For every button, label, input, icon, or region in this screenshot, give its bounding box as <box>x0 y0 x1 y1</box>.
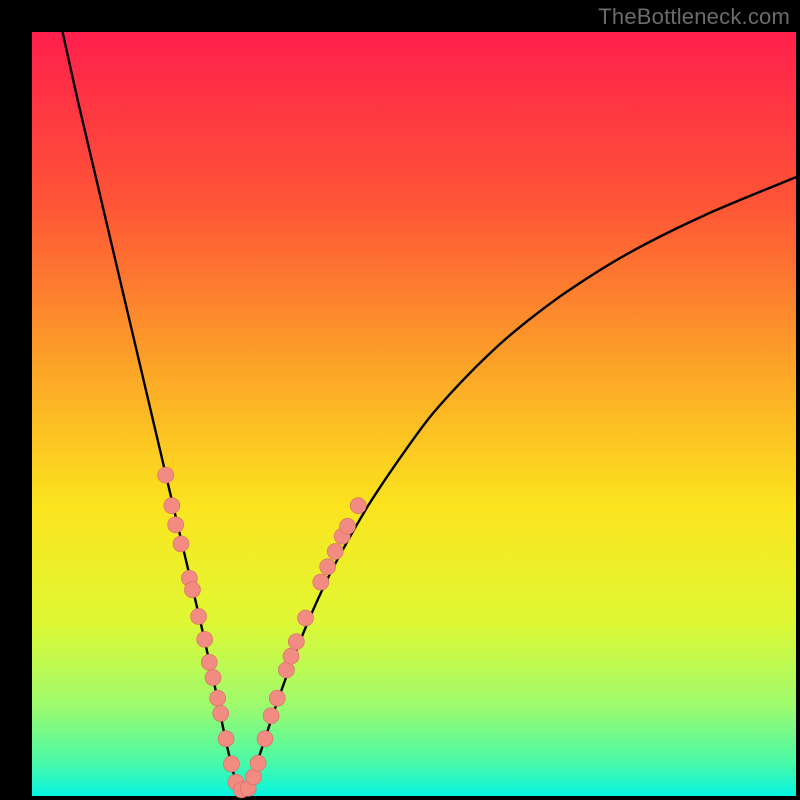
bottleneck-chart <box>0 0 800 800</box>
sample-dot <box>210 690 226 706</box>
sample-dot <box>350 498 366 514</box>
sample-dot <box>257 731 273 747</box>
sample-dot <box>223 756 239 772</box>
sample-dot <box>298 610 314 626</box>
sample-dot <box>320 559 336 575</box>
sample-dot <box>283 648 299 664</box>
sample-dot <box>201 654 217 670</box>
sample-dot <box>191 608 207 624</box>
sample-dot <box>168 517 184 533</box>
gradient-plot-area <box>32 32 796 796</box>
sample-dot <box>327 544 343 560</box>
sample-dot <box>164 498 180 514</box>
sample-dot <box>158 467 174 483</box>
sample-dot <box>313 574 329 590</box>
sample-dot <box>213 705 229 721</box>
sample-dot <box>205 670 221 686</box>
sample-dot <box>250 755 266 771</box>
sample-dot <box>218 731 234 747</box>
sample-dot <box>197 631 213 647</box>
sample-dot <box>173 536 189 552</box>
sample-dot <box>269 690 285 706</box>
sample-dot <box>184 582 200 598</box>
sample-dot <box>263 708 279 724</box>
sample-dot <box>340 518 356 534</box>
sample-dot <box>288 634 304 650</box>
chart-frame: TheBottleneck.com <box>0 0 800 800</box>
